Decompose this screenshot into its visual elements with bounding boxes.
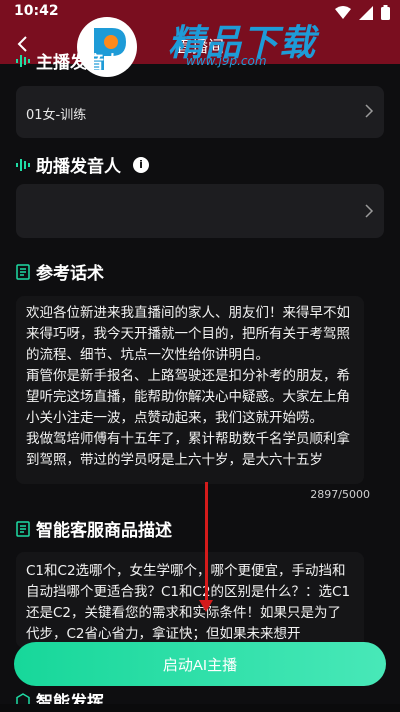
assistant-voice-select[interactable] xyxy=(16,184,384,238)
chevron-right-icon xyxy=(365,104,374,118)
host-voice-select[interactable]: 01女-训练 xyxy=(16,86,384,138)
status-time: 10:42 xyxy=(14,3,59,19)
annotation-arrow-line xyxy=(205,482,208,604)
script-paragraph: 甭管你是新手报名、上路驾驶还是扣分补考的朋友，希望听完这场直播，能帮助你解决心中… xyxy=(26,368,350,426)
document-icon xyxy=(16,520,30,537)
script-text: 欢迎各位新进来我直播间的家人、朋友们！来得早不如来得巧呀，我今天开播就一个目的，… xyxy=(16,296,364,471)
product-paragraph: C1和C2选哪个，女生学哪个，哪个更便宜，手动挡和自动挡哪个更适合我？C1和C2… xyxy=(26,563,351,642)
product-textarea[interactable]: C1和C2选哪个，女生学哪个，哪个更便宜，手动挡和自动挡哪个更适合我？C1和C2… xyxy=(16,552,364,648)
script-label: 参考话术 xyxy=(36,264,104,284)
script-paragraph: 我做驾培师傅有十五年了，累计帮助数千名学员顺利拿到驾照，带过的学员呀是上六十岁，… xyxy=(26,431,350,468)
document-icon xyxy=(16,263,30,280)
info-icon[interactable]: i xyxy=(133,156,149,173)
wifi-icon xyxy=(335,5,351,19)
status-icons xyxy=(335,5,390,20)
product-header: 智能客服商品描述 xyxy=(16,516,172,541)
script-paragraph: 欢迎各位新进来我直播间的家人、朋友们！来得早不如来得巧呀，我今天开播就一个目的，… xyxy=(26,305,350,363)
script-header: 参考话术 xyxy=(16,259,104,284)
start-ai-host-button[interactable]: 启动AI主播 xyxy=(14,642,386,686)
assistant-voice-label: 助播发音人 xyxy=(36,157,121,177)
signal-icon xyxy=(359,5,373,20)
battery-icon xyxy=(381,5,390,20)
product-label: 智能客服商品描述 xyxy=(36,521,172,541)
product-text: C1和C2选哪个，女生学哪个，哪个更便宜，手动挡和自动挡哪个更适合我？C1和C2… xyxy=(16,552,364,645)
audio-wave-icon xyxy=(16,158,30,171)
host-voice-value: 01女-训练 xyxy=(26,108,87,123)
chevron-right-icon xyxy=(365,204,374,218)
annotation-arrow-head xyxy=(199,600,213,612)
nav-bar-strip xyxy=(0,704,400,712)
assistant-voice-header: 助播发音人 i xyxy=(16,152,149,177)
script-textarea[interactable]: 欢迎各位新进来我直播间的家人、朋友们！来得早不如来得巧呀，我今天开播就一个目的，… xyxy=(16,296,364,484)
status-bar: 10:42 xyxy=(0,0,400,24)
script-char-counter: 2897/5000 xyxy=(310,488,370,501)
